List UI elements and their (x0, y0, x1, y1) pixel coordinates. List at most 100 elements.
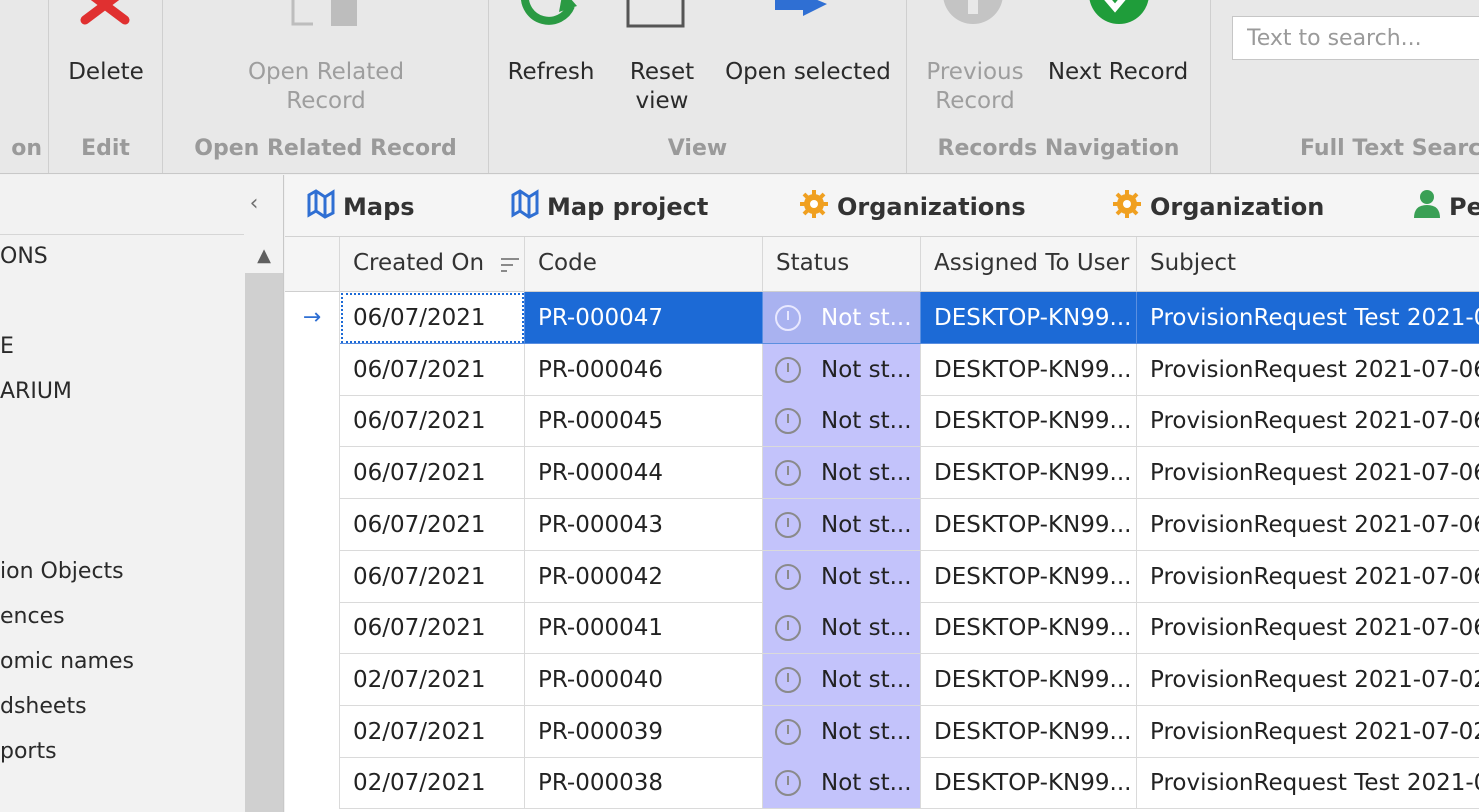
cell-status[interactable]: Not st... (763, 602, 921, 655)
cell-created-on[interactable]: 06/07/2021 (340, 343, 525, 396)
reset-view-button[interactable]: Reset view (613, 58, 711, 116)
cell-created-on[interactable]: 02/07/2021 (340, 705, 525, 758)
cell-subject[interactable]: ProvisionRequest 2021-07-06 (1137, 447, 1479, 500)
table-row[interactable]: 02/07/2021 PR-000038 Not st... DESKTOP-KN99… (285, 757, 1479, 810)
table-row[interactable]: → 06/07/2021 PR-000047 Not st... DESKTOP-KN9… (285, 292, 1479, 344)
column-header-status[interactable]: Status (763, 237, 921, 292)
column-header-assigned-to-user[interactable]: Assigned To User (921, 237, 1137, 292)
sidebar-item[interactable]: dsheets (0, 694, 87, 719)
cell-assigned-to-user[interactable]: DESKTOP-KN99... (921, 447, 1137, 500)
row-indicator[interactable] (285, 343, 340, 396)
row-indicator[interactable] (285, 705, 340, 758)
tab-map-project[interactable]: Map project (511, 189, 708, 221)
cell-assigned-to-user[interactable]: DESKTOP-KN99... (921, 292, 1137, 344)
sidebar-item[interactable]: ion Objects (0, 559, 124, 584)
cell-status[interactable]: Not st... (763, 705, 921, 758)
sidebar-item[interactable]: omic names (0, 649, 134, 674)
collapse-sidebar-chevron-icon[interactable]: ‹ (240, 191, 268, 219)
cell-assigned-to-user[interactable]: DESKTOP-KN99... (921, 498, 1137, 551)
table-row[interactable]: 06/07/2021 PR-000043 Not st... DESKTOP-KN99… (285, 498, 1479, 551)
cell-subject[interactable]: ProvisionRequest 2021-07-06 (1137, 499, 1479, 551)
cell-status[interactable]: Not st... (763, 653, 921, 706)
column-header-subject[interactable]: Subject (1137, 237, 1479, 292)
row-indicator[interactable] (285, 395, 340, 448)
cell-code[interactable]: PR-000038 (525, 757, 763, 810)
cell-status[interactable]: Not st... (763, 447, 921, 500)
row-indicator[interactable] (285, 498, 340, 551)
row-indicator[interactable] (285, 653, 340, 706)
tab-maps[interactable]: Maps (307, 189, 415, 221)
cell-code[interactable]: PR-000042 (525, 550, 763, 603)
cell-assigned-to-user[interactable]: DESKTOP-KN99... (921, 705, 1137, 758)
tab-organizations[interactable]: Organizations (799, 189, 1026, 221)
column-header-code[interactable]: Code (525, 237, 763, 292)
cell-code[interactable]: PR-000046 (525, 343, 763, 396)
table-row[interactable]: 06/07/2021 PR-000046 Not st... DESKTOP-KN99… (285, 343, 1479, 396)
cell-created-on[interactable]: 02/07/2021 (340, 653, 525, 706)
cell-created-on[interactable]: 02/07/2021 (340, 757, 525, 810)
cell-subject[interactable]: ProvisionRequest 2021-07-06 (1137, 551, 1479, 603)
cell-assigned-to-user[interactable]: DESKTOP-KN99... (921, 550, 1137, 603)
scrollbar-thumb[interactable] (245, 273, 283, 812)
scroll-up-arrow-icon[interactable]: ▲ (245, 239, 283, 273)
sidebar-item[interactable]: ONS (0, 244, 48, 269)
cell-status[interactable]: Not st... (763, 395, 921, 448)
open-related-record-button[interactable]: Open Related Record (163, 58, 489, 116)
cell-assigned-to-user[interactable]: DESKTOP-KN99... (921, 395, 1137, 448)
full-text-search-input[interactable] (1232, 16, 1479, 60)
cell-created-on[interactable]: 06/07/2021 (340, 447, 525, 500)
cell-subject[interactable]: ProvisionRequest 2021-07-06 (1137, 395, 1479, 448)
sidebar-item[interactable]: ences (0, 604, 65, 629)
cell-created-on[interactable]: 06/07/2021 (340, 602, 525, 655)
column-header-created-on[interactable]: Created On (340, 237, 525, 292)
table-row[interactable]: 02/07/2021 PR-000039 Not st... DESKTOP-KN99… (285, 705, 1479, 758)
sidebar-item[interactable]: ARIUM (0, 379, 72, 404)
cell-code[interactable]: PR-000045 (525, 395, 763, 448)
cell-assigned-to-user[interactable]: DESKTOP-KN99... (921, 757, 1137, 810)
cell-code[interactable]: PR-000040 (525, 653, 763, 706)
refresh-button[interactable]: Refresh (501, 58, 601, 87)
next-record-button[interactable]: Next Record (1043, 58, 1193, 87)
tab-organization[interactable]: Organization (1112, 189, 1324, 221)
cell-subject[interactable]: ProvisionRequest 2021-07-02 (1137, 706, 1479, 758)
cell-status[interactable]: Not st... (763, 550, 921, 603)
focused-row-arrow-icon[interactable]: → (285, 292, 340, 344)
cell-subject[interactable]: ProvisionRequest 2021-07-06 (1137, 602, 1479, 655)
row-indicator[interactable] (285, 602, 340, 655)
row-indicator[interactable] (285, 550, 340, 603)
cell-code[interactable]: PR-000043 (525, 498, 763, 551)
table-row[interactable]: 06/07/2021 PR-000044 Not st... DESKTOP-KN99… (285, 447, 1479, 500)
cell-created-on[interactable]: 06/07/2021 (340, 550, 525, 603)
cell-created-on[interactable]: 06/07/2021 (340, 292, 525, 344)
sidebar-scrollbar[interactable]: ▲ (245, 239, 283, 812)
cell-assigned-to-user[interactable]: DESKTOP-KN99... (921, 653, 1137, 706)
cell-code[interactable]: PR-000044 (525, 447, 763, 500)
row-indicator[interactable] (285, 757, 340, 810)
cell-created-on[interactable]: 06/07/2021 (340, 498, 525, 551)
table-row[interactable]: 06/07/2021 PR-000042 Not st... DESKTOP-KN99… (285, 550, 1479, 603)
cell-status[interactable]: Not st... (763, 757, 921, 810)
cell-code[interactable]: PR-000047 (525, 292, 763, 344)
delete-button[interactable]: Delete (49, 58, 163, 87)
tab-person[interactable]: Pe (1413, 189, 1479, 221)
sidebar-item[interactable]: ports (0, 739, 57, 764)
cell-code[interactable]: PR-000039 (525, 705, 763, 758)
table-row[interactable]: 02/07/2021 PR-000040 Not st... DESKTOP-KN99… (285, 653, 1479, 706)
row-indicator[interactable] (285, 447, 340, 500)
cell-status[interactable]: Not st... (763, 292, 921, 344)
cell-assigned-to-user[interactable]: DESKTOP-KN99... (921, 343, 1137, 396)
cell-code[interactable]: PR-000041 (525, 602, 763, 655)
cell-subject[interactable]: ProvisionRequest 2021-07-06 (1137, 344, 1479, 396)
cell-status[interactable]: Not st... (763, 498, 921, 551)
cell-subject[interactable]: ProvisionRequest Test 2021-07 (1137, 757, 1479, 810)
table-row[interactable]: 06/07/2021 PR-000045 Not st... DESKTOP-KN99… (285, 395, 1479, 448)
cell-created-on[interactable]: 06/07/2021 (340, 395, 525, 448)
sidebar-item[interactable]: E (0, 334, 14, 359)
cell-status[interactable]: Not st... (763, 343, 921, 396)
open-selected-button[interactable]: Open selected (723, 58, 893, 87)
previous-record-button[interactable]: Previous Record (911, 58, 1039, 116)
cell-assigned-to-user[interactable]: DESKTOP-KN99... (921, 602, 1137, 655)
cell-subject[interactable]: ProvisionRequest Test 2021-07 (1137, 292, 1479, 344)
table-row[interactable]: 06/07/2021 PR-000041 Not st... DESKTOP-KN99… (285, 602, 1479, 655)
cell-subject[interactable]: ProvisionRequest 2021-07-02 (1137, 654, 1479, 706)
